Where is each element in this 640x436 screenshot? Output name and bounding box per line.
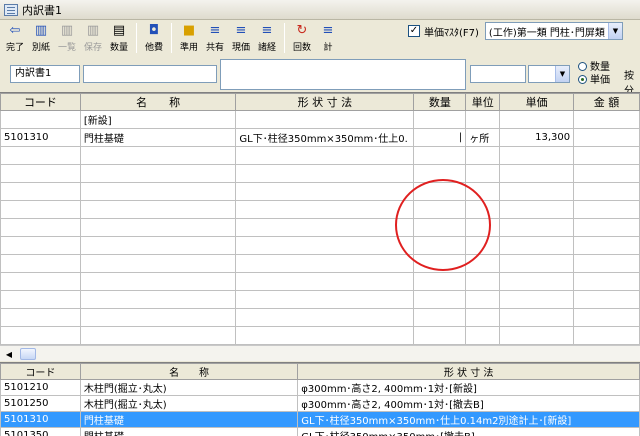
input-field-2[interactable] — [83, 65, 217, 83]
table-row[interactable] — [0, 164, 640, 183]
quantity-button[interactable]: ▤ 数量 — [106, 21, 132, 55]
lines-icon: ≡ — [261, 23, 273, 38]
list-item[interactable]: 5101250 木柱門(掘立･丸太) φ300mm･高さ2, 400mm･1対･… — [0, 395, 640, 412]
category-select[interactable]: (工作)第一類 門柱･門屏類 ▼ — [484, 22, 623, 40]
table-row[interactable] — [0, 290, 640, 309]
scroll-thumb[interactable] — [20, 348, 36, 360]
quantity-cell-editing[interactable]: | — [413, 128, 467, 147]
book-icon: ▥ — [60, 23, 74, 38]
column-header-code: コード — [0, 93, 81, 111]
count-button[interactable]: ↻ 回数 — [289, 21, 315, 55]
column-header-code: コード — [0, 363, 81, 380]
toolbar-separator — [171, 23, 172, 53]
total-button[interactable]: ≡ 計 — [315, 21, 341, 55]
folder-icon: ■ — [182, 23, 196, 38]
input-field-3[interactable] — [220, 59, 466, 90]
scroll-left-icon[interactable]: ◀ — [2, 348, 16, 360]
lines-icon: ≡ — [322, 23, 334, 38]
list-item-selected[interactable]: 5101310 門柱基礎 GL下･柱径350mm×350mm･仕上0.14m2別… — [0, 411, 640, 428]
book-icon: ▥ — [34, 23, 48, 38]
column-header-spec: 形 状 寸 法 — [297, 363, 640, 380]
input-row: 内訳書1 ▼ 数量 単価 按分 — [0, 58, 640, 97]
sheet-name-field[interactable]: 内訳書1 — [10, 65, 80, 83]
expenses-button[interactable]: ≡ 諸経 — [254, 21, 280, 55]
grid-header: コード 名 称 形 状 寸 法 数量 単位 単価 金 額 — [0, 93, 640, 111]
grid-header: コード 名 称 形 状 寸 法 — [0, 363, 640, 380]
table-row[interactable] — [0, 272, 640, 291]
list-item[interactable]: 5101210 木柱門(掘立･丸太) φ300mm･高さ2, 400mm･1対･… — [0, 379, 640, 396]
lines-icon: ≡ — [235, 23, 247, 38]
complete-button[interactable]: ⇦ 完了 — [2, 21, 28, 55]
column-header-unit: 単位 — [465, 93, 501, 111]
column-header-spec: 形 状 寸 法 — [235, 93, 415, 111]
unit-select[interactable]: ▼ — [528, 65, 570, 83]
quantity-radio[interactable]: 数量 — [578, 61, 610, 74]
window-icon — [4, 3, 18, 16]
back-arrow-icon: ⇦ — [9, 23, 21, 38]
window-title: 内訳書1 — [22, 3, 62, 17]
apply-button[interactable]: ■ 準用 — [176, 21, 202, 55]
column-header-name: 名 称 — [79, 93, 237, 111]
lines-icon: ≡ — [209, 23, 221, 38]
title-bar: 内訳書1 — [0, 0, 640, 20]
column-header-amount: 金 額 — [573, 93, 640, 111]
toolbar-separator — [136, 23, 137, 53]
mode-radio-group: 数量 単価 — [578, 61, 610, 87]
toolbar-separator — [284, 23, 285, 53]
unit-price-radio[interactable]: 単価 — [578, 74, 610, 87]
unit-price-master-checkbox[interactable]: ✓ — [408, 25, 420, 37]
table-row[interactable] — [0, 326, 640, 345]
shared-button[interactable]: ≡ 共有 — [202, 21, 228, 55]
column-header-name: 名 称 — [79, 363, 299, 380]
input-field-4[interactable] — [470, 65, 526, 83]
window-icon: ◘ — [148, 23, 160, 38]
table-row[interactable] — [0, 182, 640, 201]
save-button[interactable]: ▥ 保存 — [80, 21, 106, 55]
table-row[interactable] — [0, 200, 640, 219]
separate-sheet-button[interactable]: ▥ 別紙 — [28, 21, 54, 55]
table-row[interactable] — [0, 218, 640, 237]
estimate-grid[interactable]: コード 名 称 形 状 寸 法 数量 単位 単価 金 額 [新設] 510131… — [0, 92, 640, 345]
table-row[interactable]: [新設] — [0, 110, 640, 129]
master-list-grid[interactable]: コード 名 称 形 状 寸 法 5101210 木柱門(掘立･丸太) φ300m… — [0, 362, 640, 436]
table-row[interactable] — [0, 146, 640, 165]
refresh-icon: ↻ — [296, 23, 308, 38]
book-icon: ▥ — [86, 23, 100, 38]
list-item[interactable]: 5101350 門柱基礎 GL下･柱径350mm×350mm･[撤去B] — [0, 427, 640, 436]
unit-price-master-label: 単価ﾏｽﾀ(F7) — [424, 27, 479, 39]
column-header-price: 単価 — [499, 93, 575, 111]
table-row[interactable]: 5101310 門柱基礎 GL下･柱径350mm×350mm･仕上0. | ヶ所… — [0, 128, 640, 147]
column-header-qty: 数量 — [413, 93, 467, 111]
toolbar-right: ✓ 単価ﾏｽﾀ(F7) (工作)第一類 門柱･門屏類 ▼ — [408, 22, 623, 40]
other-costs-button[interactable]: ◘ 他費 — [141, 21, 167, 55]
current-price-button[interactable]: ≡ 現価 — [228, 21, 254, 55]
list-button[interactable]: ▥ 一覧 — [54, 21, 80, 55]
table-row[interactable] — [0, 308, 640, 327]
chevron-down-icon[interactable]: ▼ — [607, 23, 622, 39]
table-icon: ▤ — [112, 23, 126, 38]
chevron-down-icon[interactable]: ▼ — [555, 66, 569, 82]
table-row[interactable] — [0, 236, 640, 255]
table-row[interactable] — [0, 254, 640, 273]
horizontal-scrollbar[interactable]: ◀ — [0, 345, 640, 361]
